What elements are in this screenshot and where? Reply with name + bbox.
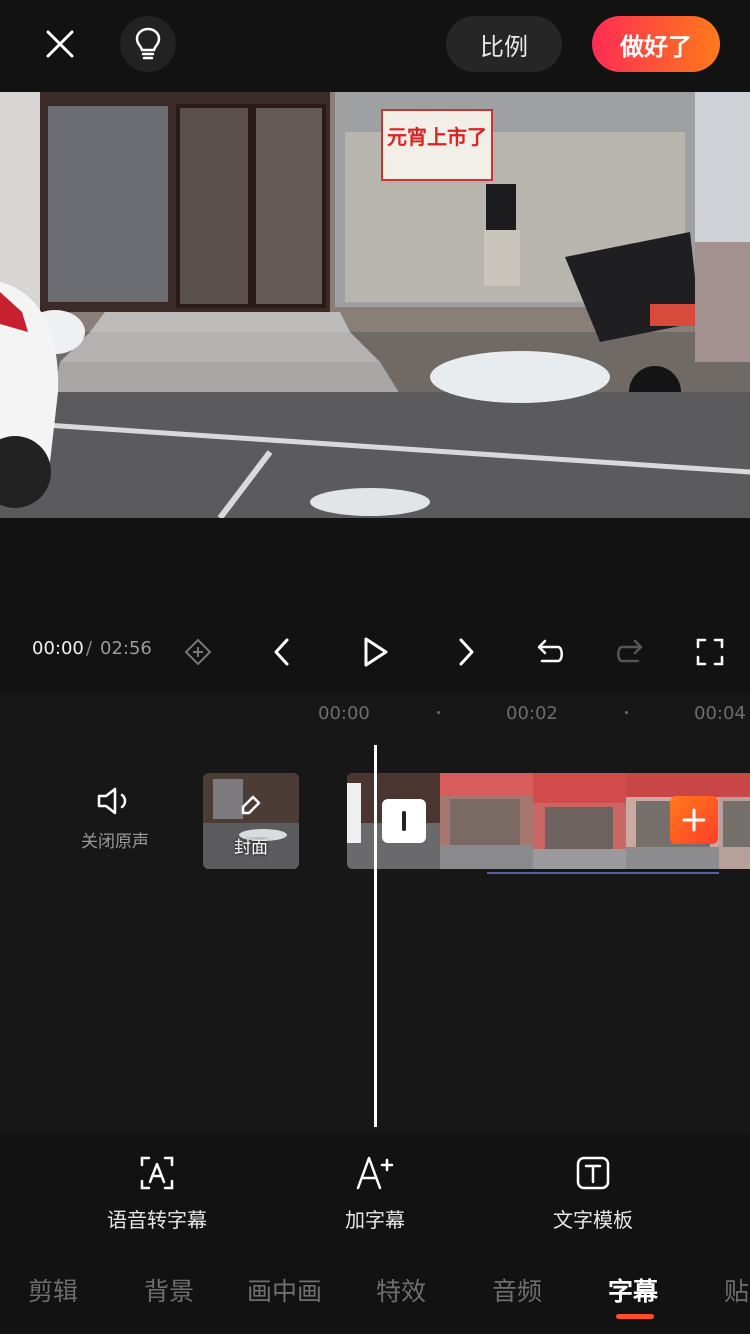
clip-frame bbox=[719, 773, 750, 869]
clip-trim-handle[interactable] bbox=[382, 799, 426, 843]
keyframe-diamond-icon bbox=[184, 638, 212, 666]
active-tab-indicator bbox=[616, 1314, 654, 1319]
cover-thumbnail[interactable]: 封面 bbox=[203, 773, 299, 869]
current-time: 00:00 bbox=[32, 638, 84, 659]
tab-stickers[interactable]: 贴 bbox=[724, 1272, 749, 1308]
previous-frame-button[interactable] bbox=[260, 630, 304, 674]
fullscreen-button[interactable] bbox=[688, 630, 732, 674]
audio-track-line bbox=[487, 872, 719, 874]
playback-controls: 00:00 / 02:56 bbox=[0, 622, 750, 682]
play-icon bbox=[364, 637, 388, 667]
time-separator: / bbox=[86, 638, 93, 659]
shop-sign: 元宵上市了 bbox=[387, 125, 487, 149]
add-clip-button[interactable] bbox=[670, 796, 718, 844]
clip-frame bbox=[533, 773, 626, 869]
text-template-button[interactable]: 文字模板 bbox=[503, 1150, 683, 1233]
chevron-right-icon bbox=[459, 638, 474, 666]
lightbulb-icon bbox=[135, 27, 161, 60]
tab-effects[interactable]: 特效 bbox=[376, 1272, 426, 1308]
bottom-tab-bar: 剪辑 背景 画中画 特效 音频 字幕 贴 bbox=[0, 1258, 750, 1334]
close-icon bbox=[46, 30, 74, 58]
total-time: 02:56 bbox=[100, 638, 152, 659]
tab-picture-in-picture[interactable]: 画中画 bbox=[247, 1272, 322, 1308]
tips-button[interactable] bbox=[120, 16, 176, 72]
tool-label: 文字模板 bbox=[553, 1208, 633, 1232]
next-frame-button[interactable] bbox=[444, 630, 488, 674]
plus-icon bbox=[682, 808, 706, 832]
clip-frame bbox=[440, 773, 533, 869]
mute-label: 关闭原声 bbox=[81, 832, 149, 852]
video-preview[interactable]: 元宵上市了 bbox=[0, 92, 750, 518]
ruler-time-label: 00:00 bbox=[318, 703, 370, 724]
speaker-icon bbox=[97, 787, 127, 815]
text-template-icon bbox=[576, 1156, 610, 1190]
mute-original-audio-button[interactable]: 关闭原声 bbox=[70, 785, 160, 852]
keyframe-button[interactable] bbox=[176, 630, 220, 674]
speech-to-subtitle-button[interactable]: 语音转字幕 bbox=[67, 1150, 247, 1233]
close-button[interactable] bbox=[32, 16, 88, 72]
redo-icon bbox=[617, 639, 643, 663]
tab-background[interactable]: 背景 bbox=[144, 1272, 194, 1308]
aspect-ratio-button[interactable]: 比例 bbox=[446, 16, 562, 72]
tool-label: 加字幕 bbox=[345, 1208, 405, 1232]
play-button[interactable] bbox=[353, 630, 397, 674]
tab-subtitles[interactable]: 字幕 bbox=[608, 1272, 658, 1308]
fullscreen-icon bbox=[696, 638, 724, 666]
tool-label: 语音转字幕 bbox=[107, 1208, 207, 1232]
chevron-left-icon bbox=[274, 638, 289, 666]
tab-audio[interactable]: 音频 bbox=[492, 1272, 542, 1308]
add-text-icon bbox=[356, 1156, 394, 1190]
done-button[interactable]: 做好了 bbox=[592, 16, 720, 72]
cover-label: 封面 bbox=[234, 838, 268, 858]
speech-to-text-icon bbox=[140, 1156, 174, 1190]
ruler-dot bbox=[625, 711, 628, 714]
video-frame: 元宵上市了 bbox=[0, 92, 750, 518]
undo-icon bbox=[537, 639, 563, 663]
ruler-time-label: 00:04 bbox=[694, 703, 746, 724]
tab-edit[interactable]: 剪辑 bbox=[28, 1272, 78, 1308]
ruler-dot bbox=[437, 711, 440, 714]
undo-button[interactable] bbox=[528, 630, 572, 674]
redo-button[interactable] bbox=[608, 630, 652, 674]
ruler-time-label: 00:02 bbox=[506, 703, 558, 724]
top-bar: 比例 做好了 bbox=[0, 0, 750, 92]
playhead[interactable] bbox=[374, 745, 377, 1127]
add-subtitle-button[interactable]: 加字幕 bbox=[285, 1150, 465, 1233]
